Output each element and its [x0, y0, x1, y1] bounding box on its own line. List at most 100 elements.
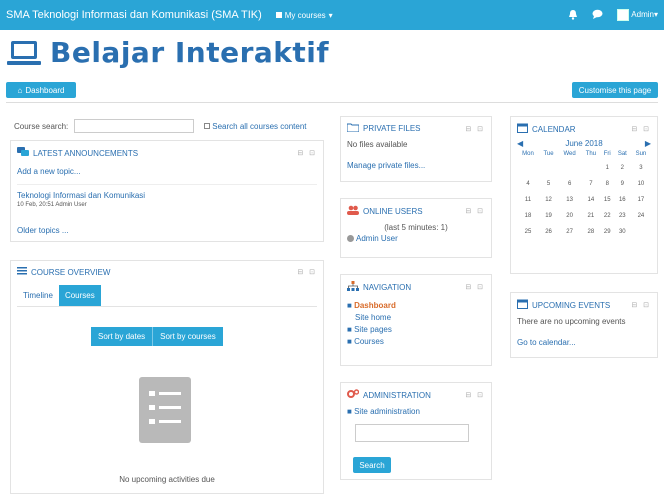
block-controls-icon[interactable]: ⊟ ⊡: [465, 207, 485, 215]
calendar-day[interactable]: 12: [539, 192, 558, 208]
calendar-day[interactable]: 1: [601, 160, 614, 176]
no-activities-message: No upcoming activities due: [119, 475, 215, 484]
calendar-day[interactable]: 25: [517, 224, 539, 240]
search-all-courses-label: Search all courses content: [212, 121, 307, 131]
block-controls-icon[interactable]: ⊟ ⊡: [465, 391, 485, 399]
online-user-item[interactable]: Admin User: [347, 234, 485, 243]
block-title: PRIVATE FILES: [363, 124, 421, 133]
block-controls-icon[interactable]: ⊟ ⊡: [631, 301, 651, 309]
calendar-day[interactable]: 5: [539, 176, 558, 192]
course-search-input[interactable]: [74, 119, 195, 133]
dashboard-button[interactable]: ⌂ Dashboard: [6, 82, 76, 98]
calendar-day[interactable]: 10: [631, 176, 651, 192]
block-controls-icon[interactable]: ⊟ ⊡: [297, 149, 317, 157]
block-header: UPCOMING EVENTS ⊟ ⊡: [517, 299, 651, 311]
calendar-day[interactable]: 15: [601, 192, 614, 208]
calendar-day[interactable]: 22: [601, 208, 614, 224]
checkbox-icon: [204, 122, 211, 129]
block-title: COURSE OVERVIEW: [31, 267, 111, 277]
block-controls-icon[interactable]: ⊟ ⊡: [631, 125, 651, 133]
calendar-day[interactable]: 13: [558, 192, 581, 208]
calendar-day[interactable]: 20: [558, 208, 581, 224]
my-courses-menu[interactable]: My courses ▾: [275, 11, 333, 20]
home-icon: ⌂: [17, 85, 23, 95]
block-title: UPCOMING EVENTS: [532, 300, 611, 310]
calendar-day[interactable]: 19: [539, 208, 558, 224]
nav-item-dashboard[interactable]: ■ Dashboard: [347, 301, 485, 310]
nav-item-site-home[interactable]: Site home: [347, 313, 485, 322]
calendar-day[interactable]: 26: [539, 224, 558, 240]
block-header: LATEST ANNOUNCEMENTS ⊟ ⊡: [17, 147, 317, 159]
calendar-day[interactable]: 30: [614, 224, 631, 240]
calendar-day[interactable]: 14: [581, 192, 601, 208]
announcement-title-link[interactable]: Teknologi Informasi dan Komunikasi: [17, 191, 317, 200]
calendar-week-row: 11 12 13 14 15 16 17: [517, 192, 651, 208]
page-title: Belajar Interaktif: [50, 36, 330, 69]
site-name-link[interactable]: SMA Teknologi Informasi dan Komunikasi (…: [6, 9, 262, 21]
weekday: Tue: [543, 151, 554, 157]
add-topic-link[interactable]: Add a new topic...: [17, 167, 317, 176]
sort-by-dates-button[interactable]: Sort by dates: [91, 327, 153, 346]
block-title: CALENDAR: [532, 124, 576, 134]
calendar-day[interactable]: 4: [517, 176, 539, 192]
online-period: (last 5 minutes: 1): [384, 223, 448, 232]
calendar-day[interactable]: 27: [558, 224, 581, 240]
weekday: Sun: [635, 151, 647, 157]
nav-item-label: Courses: [354, 337, 384, 346]
notifications-bell-icon[interactable]: [568, 9, 578, 22]
manage-private-files-link[interactable]: Manage private files...: [347, 161, 485, 170]
calendar-week-row: 25 26 27 28 29 30: [517, 224, 651, 240]
customise-page-button[interactable]: Customise this page: [572, 82, 658, 98]
block-header: COURSE OVERVIEW ⊟ ⊡: [17, 267, 317, 277]
calendar-day[interactable]: 6: [558, 176, 581, 192]
messages-icon[interactable]: [592, 9, 603, 21]
sort-by-courses-button[interactable]: Sort by courses: [152, 327, 223, 346]
weekday: Fri: [603, 151, 611, 157]
weekday: Wed: [563, 151, 576, 157]
block-controls-icon[interactable]: ⊟ ⊡: [297, 268, 317, 276]
block-controls-icon[interactable]: ⊟ ⊡: [465, 125, 485, 133]
calendar-day[interactable]: 11: [517, 192, 539, 208]
calendar-week-row: 4 5 6 7 8 9 10: [517, 176, 651, 192]
calendar-day[interactable]: 24: [631, 208, 651, 224]
site-administration-label: Site administration: [354, 407, 420, 416]
weekday: Thu: [585, 151, 597, 157]
user-menu[interactable]: Admin▾: [617, 9, 658, 21]
tab-timeline[interactable]: Timeline: [17, 285, 59, 306]
block-title: NAVIGATION: [363, 282, 412, 292]
divider: [6, 102, 658, 103]
calendar-day[interactable]: 2: [614, 160, 631, 176]
calendar-day[interactable]: 16: [614, 192, 631, 208]
search-all-courses-link[interactable]: Search all courses content: [204, 121, 307, 131]
calendar-day[interactable]: 21: [581, 208, 601, 224]
calendar-day[interactable]: 7: [581, 176, 601, 192]
calendar-day[interactable]: 17: [631, 192, 651, 208]
site-administration-link[interactable]: ■ Site administration: [347, 407, 485, 416]
online-users-block: ONLINE USERS ⊟ ⊡ (last 5 minutes: 1) Adm…: [340, 198, 492, 258]
calendar-day[interactable]: 28: [581, 224, 601, 240]
calendar-day[interactable]: 9: [614, 176, 631, 192]
calendar-icon: [517, 123, 528, 135]
nav-item-courses[interactable]: ■ Courses: [347, 337, 485, 346]
nav-item-site-pages[interactable]: ■ Site pages: [347, 325, 485, 334]
admin-search-input[interactable]: [355, 424, 469, 442]
nav-item-label: Site pages: [354, 325, 392, 334]
calendar-day[interactable]: 23: [614, 208, 631, 224]
block-controls-icon[interactable]: ⊟ ⊡: [465, 283, 485, 291]
announcement-item: Teknologi Informasi dan Komunikasi 10 Fe…: [17, 184, 317, 208]
older-topics-link[interactable]: Older topics ...: [17, 226, 317, 235]
go-to-calendar-link[interactable]: Go to calendar...: [517, 338, 651, 347]
calendar-day: [558, 160, 581, 176]
block-header: ADMINISTRATION ⊟ ⊡: [347, 389, 485, 401]
weekday: Mon: [522, 151, 534, 157]
tab-courses[interactable]: Courses: [58, 285, 101, 306]
calendar-day[interactable]: 29: [601, 224, 614, 240]
page-header: Belajar Interaktif: [6, 36, 329, 69]
next-month-icon[interactable]: ▶: [645, 139, 651, 148]
overview-tabs: Timeline Courses: [17, 285, 317, 307]
admin-search-button[interactable]: Search: [353, 457, 391, 473]
calendar-day[interactable]: 8: [601, 176, 614, 192]
calendar-day[interactable]: 3: [631, 160, 651, 176]
calendar-weekday-row: Mon Tue Wed Thu Fri Sat Sun: [517, 148, 651, 160]
calendar-day[interactable]: 18: [517, 208, 539, 224]
